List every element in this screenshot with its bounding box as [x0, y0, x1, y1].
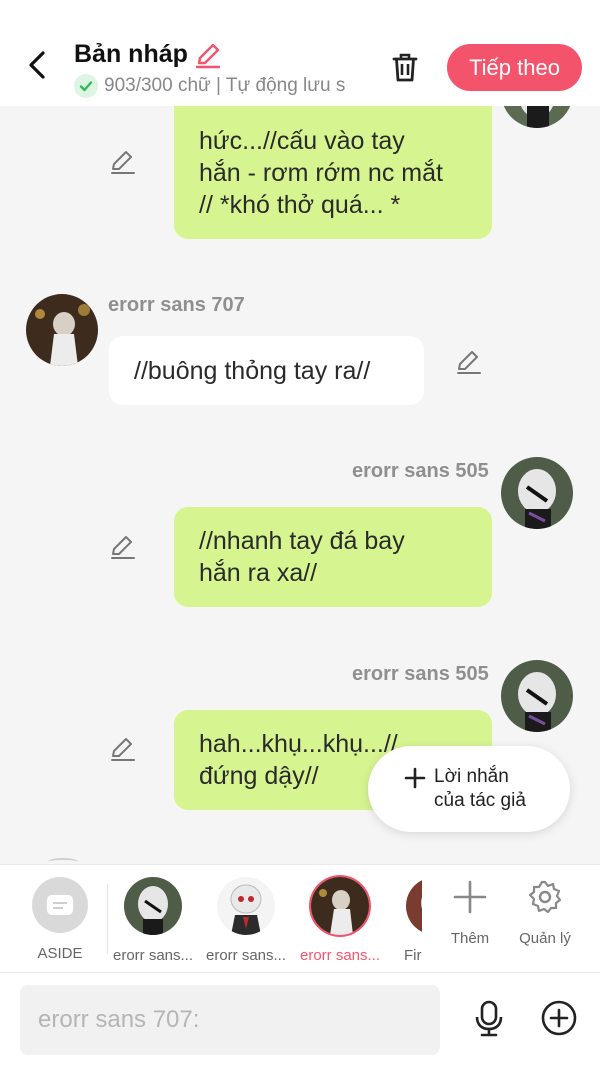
edit-message-icon[interactable] — [109, 735, 137, 763]
divider — [107, 884, 108, 954]
title-row: Bản nháp — [74, 40, 222, 69]
edit-message-icon[interactable] — [455, 348, 483, 376]
character-item[interactable]: Fir — [388, 873, 422, 969]
author-note-line: Lời nhắn — [434, 766, 509, 787]
message-line: hắn - rơm rớm nc mắt — [199, 158, 443, 187]
back-button[interactable] — [20, 48, 54, 82]
word-count-status: 903/300 chữ | Tự động lưu s — [104, 75, 346, 96]
plus-icon — [453, 880, 487, 914]
sender-name: erorr sans 707 — [108, 294, 245, 316]
page-title: Bản nháp — [74, 40, 188, 68]
character-label: erorr sans... — [299, 947, 381, 964]
avatar — [311, 877, 369, 935]
avatar[interactable] — [501, 660, 573, 732]
aside-avatar — [32, 877, 88, 933]
character-aside[interactable]: ASIDE — [15, 873, 105, 969]
microphone-icon[interactable] — [470, 999, 508, 1037]
character-item[interactable]: erorr sans... — [108, 873, 198, 969]
top-bar: Bản nháp 903/300 chữ | Tự động lưu s Tiế… — [0, 0, 600, 106]
add-label: Thêm — [450, 930, 490, 947]
message-line: hắn ra xa// — [199, 559, 318, 587]
author-note-button[interactable]: Lời nhắn của tác giả — [368, 746, 570, 832]
edit-message-icon[interactable] — [109, 533, 137, 561]
avatar — [124, 877, 182, 935]
avatar[interactable] — [501, 457, 573, 529]
avatar — [217, 877, 275, 935]
message-bubble[interactable]: //buông thỏng tay ra// — [109, 336, 424, 405]
next-button[interactable]: Tiếp theo — [447, 44, 582, 91]
plus-icon — [404, 767, 426, 789]
avatar[interactable] — [26, 294, 98, 366]
input-bar: erorr sans 707: — [0, 972, 600, 1067]
character-bar: ASIDE erorr sans... erorr sans... erorr … — [0, 864, 600, 972]
character-item[interactable]: erorr sans... — [201, 873, 291, 969]
character-label: erorr sans... — [205, 947, 287, 964]
pencil-icon[interactable] — [194, 41, 222, 69]
author-note-line: của tác giả — [434, 790, 526, 811]
character-label: ASIDE — [37, 945, 83, 962]
chevron-left-icon — [29, 51, 45, 79]
message-line: //nhanh tay đá bay — [199, 527, 405, 555]
author-note-label: Lời nhắn của tác giả — [434, 765, 526, 813]
message-input[interactable]: erorr sans 707: — [20, 985, 440, 1055]
message-bubble[interactable]: hức...//cấu vào tay hắn - rơm rớm nc mắt… — [174, 106, 492, 239]
message-line: //buông thỏng tay ra// — [134, 356, 371, 385]
sender-name: erorr sans 505 — [352, 663, 489, 685]
edit-message-icon[interactable] — [109, 148, 137, 176]
message-bubble[interactable]: //nhanh tay đá bay hắn ra xa// — [174, 507, 492, 607]
trash-icon — [392, 53, 418, 82]
avatar[interactable] — [501, 106, 573, 128]
manage-button[interactable]: Quản lý — [509, 879, 581, 947]
message-line: // *khó thở quá... * — [199, 190, 401, 219]
character-label: Fir — [404, 947, 422, 964]
add-circle-icon[interactable] — [540, 999, 578, 1037]
character-item-active[interactable]: erorr sans... — [295, 873, 385, 969]
save-status: 903/300 chữ | Tự động lưu s — [74, 74, 364, 98]
sender-name: erorr sans 505 — [352, 460, 489, 482]
message-line: hức...//cấu vào tay — [199, 126, 405, 155]
delete-button[interactable] — [386, 48, 424, 86]
note-icon — [47, 895, 73, 915]
manage-label: Quản lý — [519, 930, 571, 947]
avatar — [406, 877, 422, 935]
check-icon — [74, 74, 98, 98]
add-character-button[interactable]: Thêm — [434, 879, 506, 947]
character-label: erorr sans... — [112, 947, 194, 964]
gear-icon — [528, 880, 562, 914]
